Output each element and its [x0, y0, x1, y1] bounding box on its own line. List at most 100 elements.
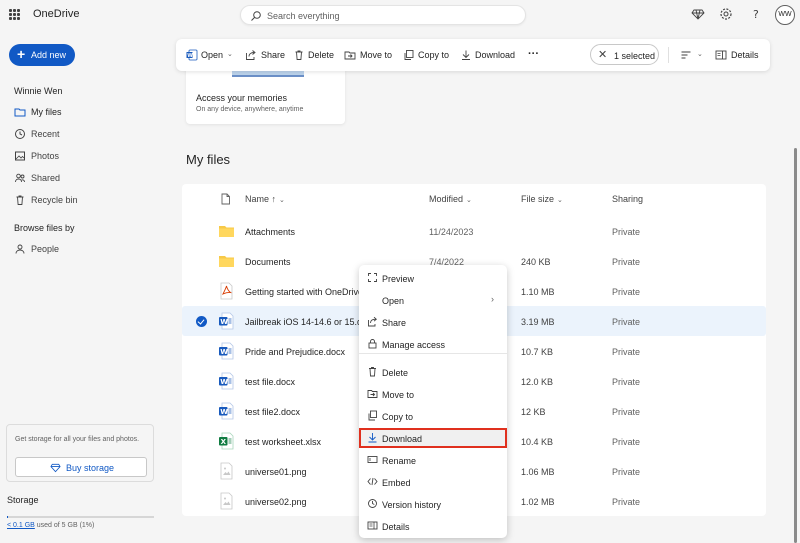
buy-storage-button[interactable]: Buy storage	[15, 457, 147, 477]
download-button[interactable]: Download	[460, 48, 518, 62]
search-box[interactable]: Search everything	[240, 5, 526, 25]
context-menu-share[interactable]: Share	[359, 312, 507, 332]
context-menu-preview[interactable]: Preview	[359, 268, 507, 288]
chevron-down-icon: ⌄	[557, 197, 563, 204]
file-sharing: Private	[612, 347, 641, 357]
context-menu-download[interactable]: Download	[359, 428, 507, 448]
file-modified: 11/24/2023	[429, 227, 474, 237]
file-name[interactable]: Pride and Prejudice.docx	[245, 347, 345, 357]
svg-text:?: ?	[753, 8, 759, 21]
storage-used-rest: used of 5 GB (1%)	[34, 522, 95, 529]
word-doc-icon: W	[219, 402, 234, 420]
file-name[interactable]: Jailbreak iOS 14-14.6 or 15.doc	[245, 317, 372, 327]
download-icon	[368, 433, 377, 443]
context-menu-copy-to[interactable]: Copy to	[359, 406, 507, 426]
trash-icon	[16, 195, 24, 205]
search-placeholder: Search everything	[267, 11, 340, 21]
column-header-name[interactable]: Name ↑ ⌄	[245, 194, 285, 204]
person-icon	[15, 244, 25, 254]
context-menu-details[interactable]: Details	[359, 516, 507, 536]
column-header-label: Sharing	[612, 194, 644, 204]
file-name[interactable]: Documents	[245, 257, 291, 267]
checkmark-icon[interactable]	[196, 316, 207, 327]
column-header-sharing[interactable]: Sharing	[612, 194, 643, 204]
open-button[interactable]: W Open ⌄	[186, 48, 236, 62]
move-icon	[344, 51, 356, 60]
scrollbar[interactable]	[794, 148, 797, 543]
file-name[interactable]: universe02.png	[245, 497, 307, 507]
sidebar-item-recent[interactable]: Recent	[14, 126, 154, 142]
sort-button[interactable]: ⌄	[680, 48, 706, 62]
move-to-button[interactable]: Move to	[344, 48, 394, 62]
details-icon	[715, 50, 727, 60]
file-name[interactable]: test file2.docx	[245, 407, 300, 417]
column-header-size[interactable]: File size ⌄	[521, 194, 563, 204]
context-menu-embed[interactable]: Embed	[359, 472, 507, 492]
gear-icon[interactable]	[719, 7, 733, 21]
close-icon[interactable]: ✕	[598, 48, 607, 61]
file-name[interactable]: test worksheet.xlsx	[245, 437, 321, 447]
sidebar-item-photos[interactable]: Photos	[14, 148, 154, 164]
menu-divider	[359, 353, 507, 354]
file-size: 1.02 MB	[521, 497, 555, 507]
more-options-button[interactable]: ···	[528, 48, 542, 62]
add-new-button[interactable]: + Add new	[9, 44, 75, 66]
app-launcher-icon[interactable]	[9, 9, 20, 20]
storage-used-link[interactable]: < 0.1 GB	[7, 522, 35, 529]
context-menu-move-to[interactable]: Move to	[359, 384, 507, 404]
sidebar-item-people[interactable]: People	[14, 241, 154, 257]
context-menu-version-history[interactable]: Version history	[359, 494, 507, 514]
file-row[interactable]: Attachments 11/24/2023 Private	[182, 216, 766, 246]
svg-text:W: W	[220, 378, 228, 386]
context-menu-manage-access[interactable]: Manage access	[359, 334, 507, 354]
file-size: 12.0 KB	[521, 377, 554, 387]
sidebar-item-recycle-bin[interactable]: Recycle bin	[14, 192, 154, 208]
svg-text:X: X	[221, 438, 227, 446]
folder-icon	[219, 256, 234, 267]
more-icon: ···	[528, 48, 539, 60]
copy-to-button[interactable]: Copy to	[403, 48, 453, 62]
sidebar-item-label: Recycle bin	[31, 195, 78, 205]
image-file-icon	[220, 462, 233, 480]
context-menu-open[interactable]: Open ›	[359, 290, 507, 310]
column-header-modified[interactable]: Modified ⌄	[429, 194, 472, 204]
context-menu-label: Copy to	[382, 412, 414, 422]
sort-lines-icon	[681, 51, 691, 59]
selection-pill[interactable]: ✕ 1 selected	[590, 44, 659, 65]
context-menu-rename[interactable]: Rename	[359, 450, 507, 470]
details-icon	[367, 521, 378, 530]
sidebar-item-shared[interactable]: Shared	[14, 170, 154, 186]
file-name[interactable]: Attachments	[245, 227, 295, 237]
context-menu-label: Embed	[382, 478, 411, 488]
file-name[interactable]: test file.docx	[245, 377, 295, 387]
move-icon	[367, 390, 378, 398]
storage-bar	[7, 516, 154, 518]
trash-icon	[369, 367, 376, 377]
sidebar-item-label: Recent	[31, 129, 60, 139]
download-icon	[462, 50, 470, 60]
context-menu-delete[interactable]: Delete	[359, 362, 507, 382]
sidebar-item-label: Photos	[31, 151, 60, 161]
delete-button[interactable]: Delete	[293, 48, 335, 62]
help-icon[interactable]: ?	[749, 7, 763, 21]
column-header-label: Modified	[429, 194, 464, 204]
chevron-down-icon: ⌄	[279, 197, 285, 204]
file-sharing: Private	[612, 227, 641, 237]
diamond-icon[interactable]	[691, 7, 705, 21]
file-name[interactable]: Getting started with OneDrive.	[245, 287, 366, 297]
sidebar-item-my-files[interactable]: My files	[14, 104, 154, 120]
file-sharing: Private	[612, 407, 641, 417]
file-type-header-icon	[221, 193, 230, 205]
file-size: 1.10 MB	[521, 287, 555, 297]
avatar[interactable]: WW	[775, 5, 795, 25]
context-menu-label: Open	[382, 296, 405, 306]
search-icon	[251, 11, 261, 21]
file-size: 10.7 KB	[521, 347, 554, 357]
file-name[interactable]: universe01.png	[245, 467, 307, 477]
promo-subtitle: On any device, anywhere, anytime	[196, 106, 304, 113]
people-icon	[15, 173, 25, 183]
app-title[interactable]: OneDrive	[33, 8, 79, 20]
details-button[interactable]: Details	[715, 48, 759, 62]
word-doc-icon: W	[219, 372, 234, 390]
share-button[interactable]: Share	[245, 48, 285, 62]
